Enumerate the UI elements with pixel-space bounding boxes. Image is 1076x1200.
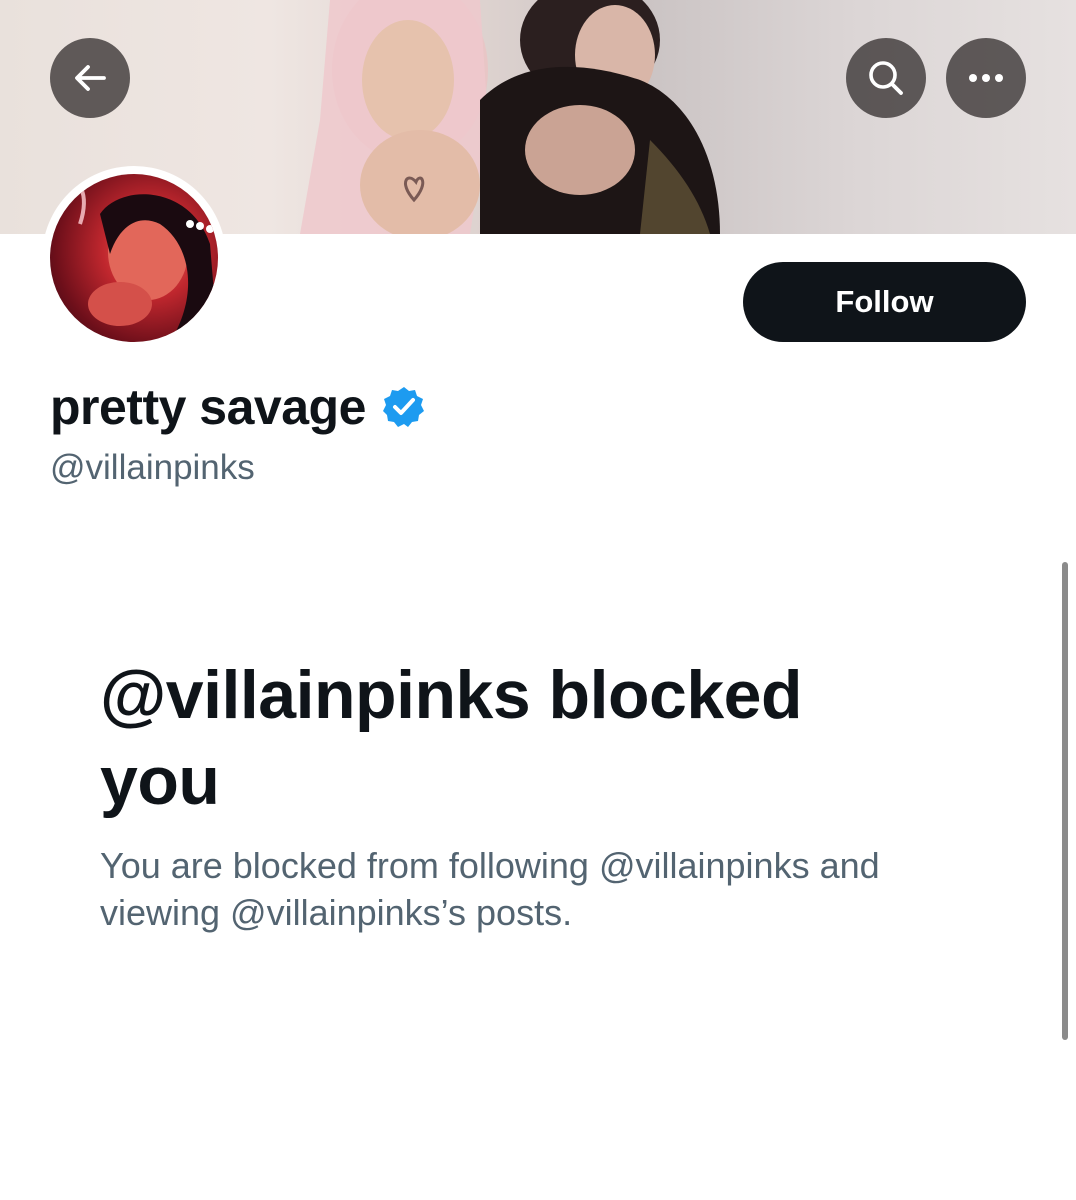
profile-handle: @villainpinks	[50, 448, 255, 487]
more-button[interactable]	[946, 38, 1026, 118]
more-horizontal-icon	[969, 74, 1003, 82]
back-button[interactable]	[50, 38, 130, 118]
follow-button[interactable]: Follow	[743, 262, 1026, 342]
scrollbar[interactable]	[1062, 562, 1068, 1040]
avatar[interactable]	[42, 166, 226, 350]
search-button[interactable]	[846, 38, 926, 118]
display-name: pretty savage	[50, 379, 366, 435]
arrow-left-icon	[75, 65, 106, 91]
display-name-row: pretty savage	[50, 378, 426, 436]
blocked-title: @villainpinks blocked you	[100, 657, 803, 819]
profile-page: Follow pretty savage @villainpinks @vill…	[0, 0, 1076, 1200]
verified-badge-icon[interactable]	[382, 385, 426, 429]
avatar-image	[50, 174, 218, 342]
blocked-description: You are blocked from following @villainp…	[100, 845, 880, 933]
search-icon	[869, 61, 903, 95]
